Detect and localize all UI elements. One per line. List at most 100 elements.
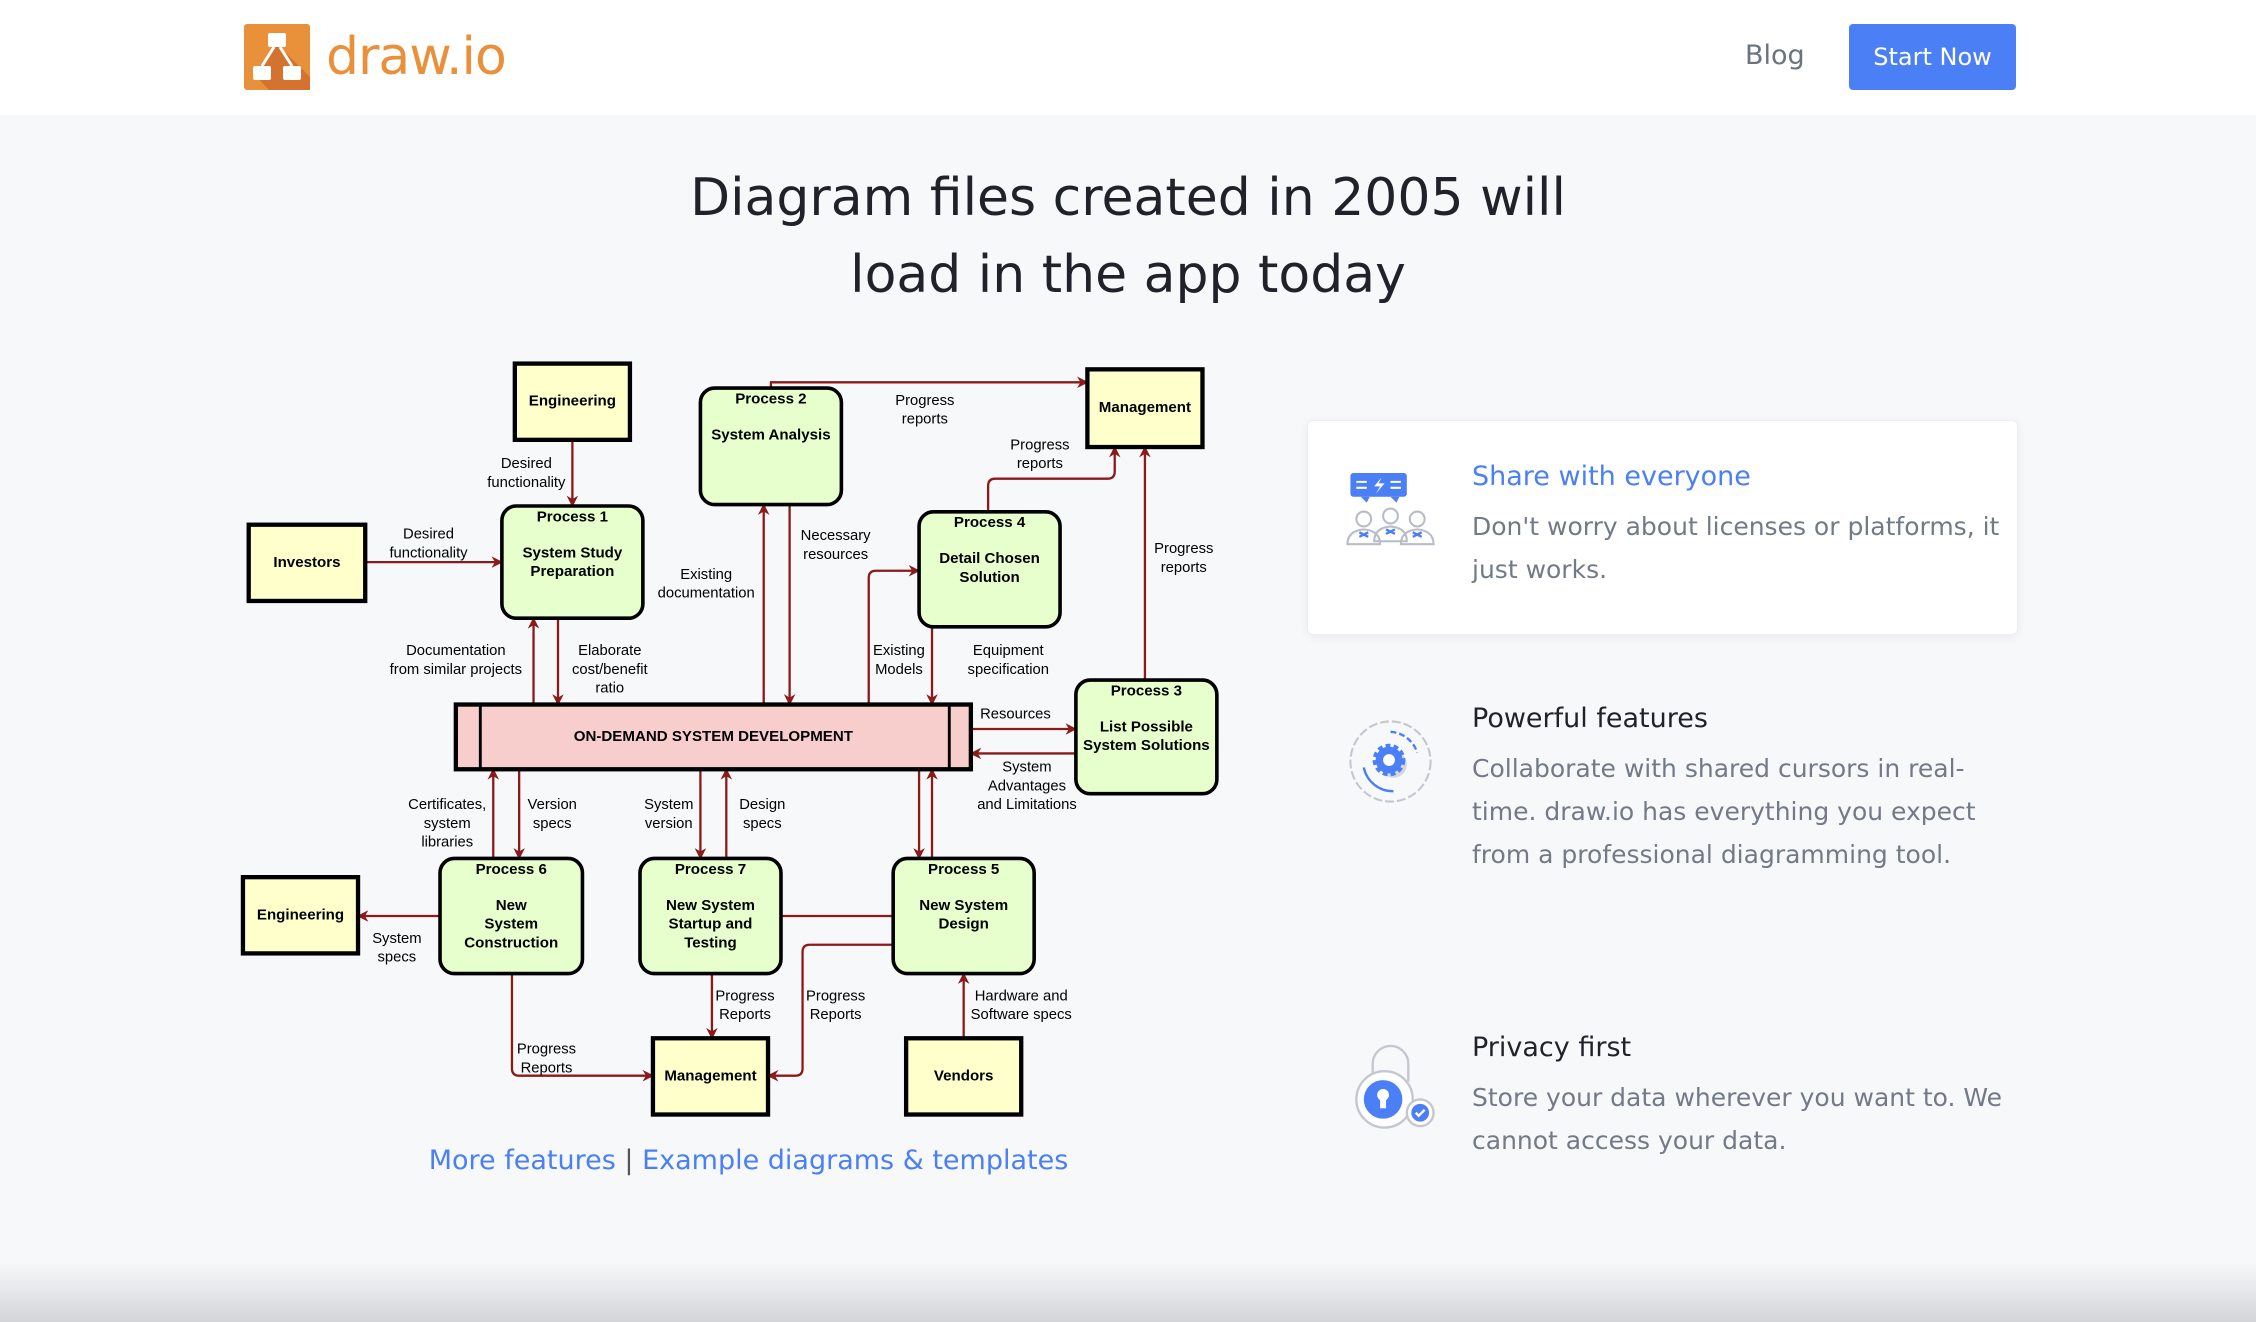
node-text: Engineering <box>529 393 616 410</box>
diagram-node-p4[interactable]: Process 4 Detail Chosen Solution <box>917 509 1062 629</box>
label-line: Design <box>739 797 785 813</box>
node-text: Process 2 <box>735 391 806 408</box>
nav-blog-link[interactable]: Blog <box>1745 40 1805 71</box>
diagram-node-p5[interactable]: Process 5 New System Design <box>891 856 1036 976</box>
label-line: specs <box>533 816 572 832</box>
label-line: Software specs <box>971 1007 1072 1023</box>
label-line: specs <box>378 950 417 966</box>
diagram-node-vendors[interactable]: Vendors <box>903 1036 1024 1117</box>
node-text: Startup and <box>669 916 753 933</box>
feature-title: Privacy first <box>1472 1032 1632 1063</box>
label-line: Progress <box>1010 437 1069 453</box>
logo[interactable]: draw.io <box>244 24 507 90</box>
diagram-node-p2[interactable]: Process 2 System Analysis <box>698 386 844 507</box>
node-text: Process 6 <box>476 861 547 878</box>
label-line: System <box>1002 760 1051 776</box>
connector-label: Progress reports <box>895 393 954 428</box>
node-text: Design <box>939 916 989 933</box>
feature-body: Collaborate with shared cursors in real-… <box>1472 754 1976 869</box>
header: draw.io Blog Start Now <box>0 0 2256 115</box>
connector-label: Design specs <box>739 797 785 832</box>
node-text: List Possible <box>1100 719 1193 736</box>
label-line: resources <box>803 547 868 563</box>
label-line: functionality <box>487 475 566 491</box>
connector-label: Certificates, system libraries <box>408 797 486 850</box>
node-text: System Solutions <box>1083 737 1210 754</box>
connector-label: System version <box>644 797 693 832</box>
label-line: Reports <box>810 1007 862 1023</box>
node-text: Process 4 <box>954 514 1026 531</box>
connector-label: System Advantages and Limitations <box>977 760 1077 813</box>
connector-label: Progress Reports <box>715 988 774 1023</box>
lock-icon <box>1355 1044 1435 1129</box>
connector-label: Progress reports <box>1010 437 1069 472</box>
connector-label: Progress reports <box>1154 541 1213 576</box>
feature-body: Don't worry about licenses or platforms,… <box>1472 512 2000 584</box>
node-text: Management <box>1099 399 1191 416</box>
diagram-node-investors[interactable]: Investors <box>246 522 368 604</box>
example-diagrams-link[interactable]: Example diagrams & templates <box>642 1145 1068 1176</box>
start-now-button[interactable]: Start Now <box>1849 24 2016 90</box>
node-text: Process 7 <box>675 861 746 878</box>
label-line: Version <box>528 797 577 813</box>
feature-body: Store your data wherever you want to. We… <box>1472 1083 2003 1155</box>
footer-links: More features | Example diagrams & templ… <box>230 1145 1267 1176</box>
diagram-node-p1[interactable]: Process 1 System Study Preparation <box>500 504 645 621</box>
node-text: Process 3 <box>1111 683 1182 700</box>
logo-text: draw.io <box>326 27 507 87</box>
label-line: Progress <box>895 393 954 409</box>
connector-label: System specs <box>372 931 421 966</box>
label-line: Reports <box>521 1060 573 1076</box>
feature-powerful: Powerful features Collaborate with share… <box>1472 701 2012 876</box>
node-text: System Study <box>522 544 622 561</box>
connector-label: Progress Reports <box>517 1042 576 1077</box>
label-line: Desired <box>501 456 552 472</box>
diagram-node-p3[interactable]: Process 3 List PossibleSystem Solutions <box>1074 678 1219 796</box>
connector-label: Hardware and Software specs <box>971 988 1072 1023</box>
label-line: Documentation <box>406 643 506 659</box>
connector-label: Necessary resources <box>801 528 871 563</box>
link-separator: | <box>624 1145 634 1176</box>
diagram-node-p6[interactable]: Process 6 New SystemConstruction <box>438 856 585 976</box>
label-line: Advantages <box>988 778 1066 794</box>
label-line: functionality <box>389 545 468 561</box>
label-line: Progress <box>806 988 865 1004</box>
node-text: Testing <box>684 934 737 951</box>
node-text: Management <box>664 1067 756 1084</box>
node-text: ON-DEMAND SYSTEM DEVELOPMENT <box>574 728 854 745</box>
label-line: System <box>644 797 693 813</box>
node-text: Construction <box>464 934 558 951</box>
node-text: System Analysis <box>711 427 830 444</box>
diagram-node-bar[interactable]: ON-DEMAND SYSTEM DEVELOPMENT <box>453 702 974 772</box>
diagram-node-mgmt-top[interactable]: Management <box>1085 367 1205 450</box>
gear-icon <box>1349 720 1432 803</box>
connector-label: Existing Models <box>873 643 925 678</box>
label-line: specs <box>743 816 782 832</box>
label-line: Progress <box>517 1042 576 1058</box>
node-text: New <box>496 897 527 914</box>
diagram-node-eng-bottom[interactable]: Engineering <box>240 875 361 956</box>
bottom-fade <box>0 1262 2256 1322</box>
label-line: Certificates, <box>408 797 486 813</box>
diagram-node-mgmt-bottom[interactable]: Management <box>650 1036 771 1117</box>
connector-label: Elaborate cost/benefit ratio <box>572 643 648 696</box>
node-text: Detail Chosen <box>939 550 1040 567</box>
node-text: New System <box>666 897 755 914</box>
drawio-logo-icon <box>244 24 310 90</box>
title-line-1: Diagram files created in 2005 will <box>690 168 1566 228</box>
diagram-node-p7[interactable]: Process 7 New System Startup andTesting <box>638 856 783 976</box>
label-line: Equipment <box>973 643 1044 659</box>
title-line-2: load in the app today <box>850 245 1406 305</box>
connector-label: Equipment specification <box>968 643 1049 678</box>
page-title: Diagram files created in 2005 will load … <box>0 160 2256 314</box>
node-text: Investors <box>273 554 340 571</box>
more-features-link[interactable]: More features <box>429 1145 616 1176</box>
example-diagram: Engineering Process 2 System Analysis Manag… <box>240 361 1219 1117</box>
node-text: Preparation <box>530 563 614 580</box>
diagram-node-eng-top[interactable]: Engineering <box>512 361 633 442</box>
label-line: Progress <box>715 988 774 1004</box>
feature-share: Share with everyone Don't worry about li… <box>1472 459 2012 591</box>
node-text: Process 5 <box>928 861 999 878</box>
label-line: from similar projects <box>390 662 522 678</box>
label-line: Elaborate <box>578 643 641 659</box>
